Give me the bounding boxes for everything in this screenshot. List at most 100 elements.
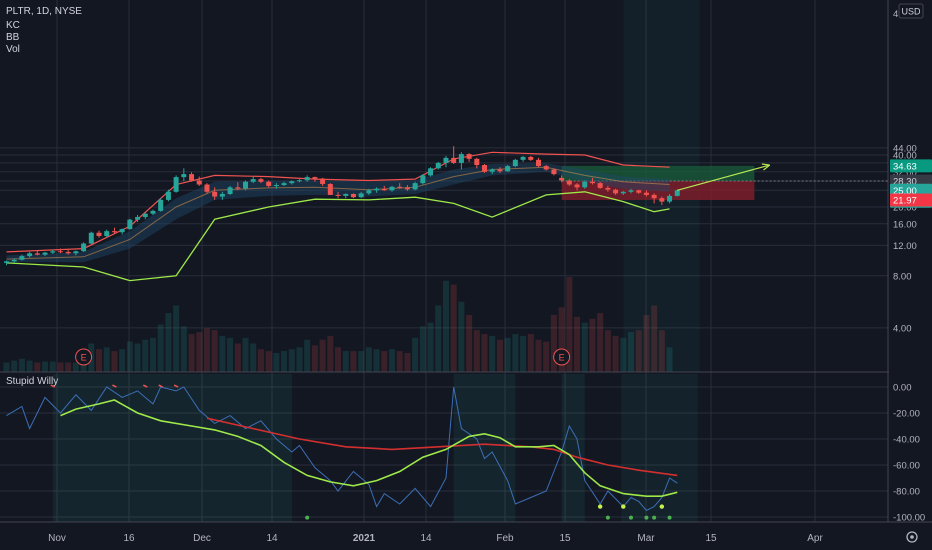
volume-bar-16 <box>126 341 133 372</box>
volume-bar-76 <box>589 318 596 372</box>
candle-body-59 <box>458 154 464 163</box>
candle-body-34 <box>266 181 272 186</box>
volume-bar-34 <box>265 351 272 372</box>
time-tick-3: 14 <box>266 533 278 544</box>
indicator-bb-label[interactable]: BB <box>6 32 19 43</box>
price-tick-top: 4 <box>893 9 898 20</box>
volume-bar-0 <box>3 362 10 372</box>
volume-bar-22 <box>173 305 180 372</box>
time-tick-5: 14 <box>420 533 432 544</box>
volume-bar-71 <box>550 315 557 372</box>
volume-bar-29 <box>227 337 234 372</box>
candle-body-44 <box>343 193 349 196</box>
volume-bar-82 <box>635 330 642 372</box>
candle-body-10 <box>81 243 87 252</box>
candle-body-45 <box>350 193 356 198</box>
volume-bar-36 <box>281 351 288 372</box>
candle-body-48 <box>374 188 380 191</box>
price-tick-7: 16.00 <box>893 219 917 230</box>
candle-body-19 <box>150 210 156 214</box>
volume-bar-50 <box>389 349 395 372</box>
candle-body-4 <box>34 253 40 255</box>
volume-bar-65 <box>504 337 511 372</box>
volume-bar-40 <box>311 345 318 372</box>
candle-body-0 <box>4 261 9 263</box>
candle-body-69 <box>535 159 541 167</box>
volume-bar-55 <box>427 322 434 372</box>
volume-bar-63 <box>489 335 496 372</box>
volume-bar-38 <box>296 347 303 372</box>
candle-body-17 <box>135 217 141 220</box>
time-tick-1: 16 <box>123 533 135 544</box>
candle-body-86 <box>667 195 673 202</box>
volume-bar-28 <box>219 335 226 372</box>
gear-hub <box>910 535 914 539</box>
oscillator-legend[interactable]: Stupid Willy <box>6 376 58 387</box>
bollinger-lower-line <box>6 191 670 282</box>
volume-bar-56 <box>435 305 442 372</box>
price-chart-svg[interactable]: EE44.0040.0036.0032.0028.3025.0020.0016.… <box>0 0 932 550</box>
volume-bar-75 <box>581 322 588 372</box>
volume-bar-68 <box>527 334 534 372</box>
candle-body-72 <box>559 177 565 181</box>
currency-label: USD <box>901 7 921 17</box>
osc-signal-top-1 <box>621 504 626 509</box>
candle-body-28 <box>219 193 225 197</box>
volume-bar-78 <box>604 330 611 372</box>
volume-bar-14 <box>111 351 118 372</box>
volume-bar-37 <box>288 349 295 372</box>
chart-window: EE44.0040.0036.0032.0028.3025.0020.0016.… <box>0 0 932 550</box>
price-label-text-4: 21.97 <box>893 195 917 206</box>
osc-tick-3: -60.00 <box>893 461 920 472</box>
volume-bar-84 <box>651 305 658 372</box>
volume-bar-74 <box>574 316 581 372</box>
candle-body-39 <box>304 177 310 181</box>
volume-bar-9 <box>72 362 79 372</box>
osc-tick-2: -40.00 <box>893 435 920 446</box>
candle-body-52 <box>404 187 410 190</box>
candle-body-7 <box>57 251 63 253</box>
candle-body-80 <box>620 191 626 194</box>
osc-signal-bottom-3 <box>644 515 649 520</box>
symbol-legend[interactable]: PLTR, 1D, NYSE <box>6 6 82 17</box>
volume-bar-57 <box>442 280 449 372</box>
volume-bar-69 <box>535 339 542 372</box>
volume-bar-21 <box>165 313 172 372</box>
time-tick-6: Feb <box>496 533 514 544</box>
volume-bar-1 <box>11 360 18 372</box>
candle-body-67 <box>520 156 526 160</box>
osc-signal-bottom-1 <box>605 515 610 520</box>
candle-body-15 <box>119 229 125 233</box>
candle-body-54 <box>420 175 426 184</box>
candle-body-87 <box>674 190 680 196</box>
candle-body-73 <box>566 180 572 185</box>
volume-bar-41 <box>319 339 326 372</box>
indicator-kc-label[interactable]: KC <box>6 20 20 31</box>
candle-body-74 <box>574 184 580 188</box>
volume-bar-39 <box>304 339 311 372</box>
osc-signal-bottom-2 <box>629 515 634 520</box>
settings-gear-icon[interactable] <box>906 531 918 543</box>
candle-body-16 <box>127 219 133 230</box>
time-tick-9: 15 <box>705 533 717 544</box>
volume-bar-19 <box>149 337 156 372</box>
volume-bar-44 <box>342 351 349 372</box>
candle-body-21 <box>165 191 171 200</box>
time-tick-4: 2021 <box>353 533 376 544</box>
candle-body-2 <box>19 256 25 260</box>
candle-body-3 <box>27 253 33 257</box>
candle-body-31 <box>243 181 249 189</box>
candle-body-23 <box>181 174 187 178</box>
time-tick-7: 15 <box>559 533 571 544</box>
time-tick-8: Mar <box>637 533 655 544</box>
volume-bar-58 <box>450 284 457 372</box>
osc-signal-bottom-4 <box>652 515 657 520</box>
price-tick-8: 12.00 <box>893 241 917 252</box>
volume-bar-61 <box>473 330 480 372</box>
candle-body-43 <box>335 194 341 196</box>
candle-body-70 <box>543 166 549 170</box>
indicator-vol-label[interactable]: Vol <box>6 44 20 55</box>
candle-body-33 <box>258 179 264 182</box>
volume-bar-23 <box>180 326 187 372</box>
osc-tick-0: 0.00 <box>893 383 912 394</box>
